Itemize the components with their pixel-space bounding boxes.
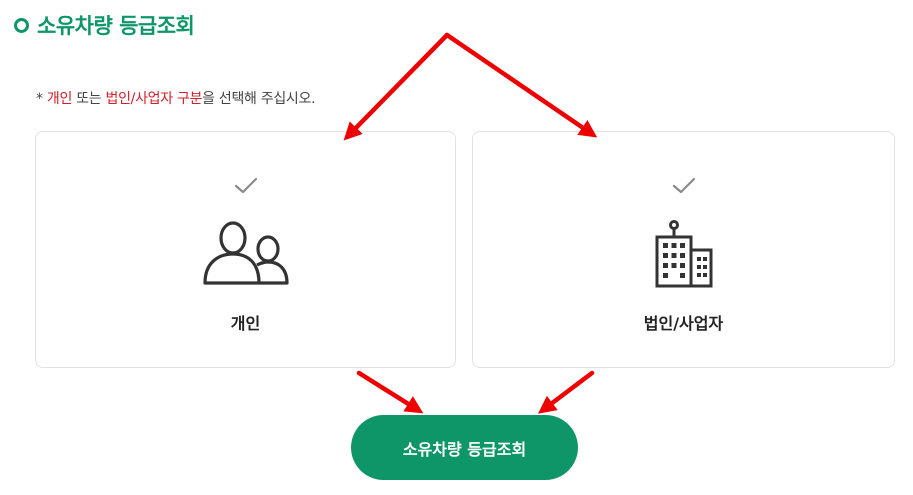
notice-prefix: * <box>36 91 47 107</box>
annotation-arrow <box>343 32 450 141</box>
check-icon <box>672 177 695 194</box>
notice-suffix: 을 선택해 주십시오. <box>202 91 316 107</box>
notice-type: 구분 <box>176 91 203 107</box>
annotation-arrow <box>356 370 424 414</box>
notice-personal: 개인 <box>46 91 73 107</box>
building-icon <box>655 220 712 288</box>
page-header: 소유차량 등급조회 <box>14 10 195 40</box>
option-label-personal: 개인 <box>230 314 261 333</box>
selection-notice: * 개인 또는 법인/사업자 구분을 선택해 주십시오. <box>36 88 316 108</box>
option-label-corporate: 법인/사업자 <box>643 314 724 333</box>
annotation-arrow <box>537 370 595 414</box>
page: 소유차량 등급조회 * 개인 또는 법인/사업자 구분을 선택해 주십시오. 개… <box>0 0 913 495</box>
check-icon <box>234 177 257 194</box>
annotation-arrow <box>444 32 598 138</box>
notice-or: 또는 <box>72 91 106 107</box>
people-icon <box>202 221 289 285</box>
grade-inquiry-button[interactable]: 소유차량 등급조회 <box>351 415 578 480</box>
notice-corporate: 법인/사업자 <box>105 91 174 107</box>
page-title: 소유차량 등급조회 <box>37 14 195 38</box>
option-card-corporate[interactable]: 법인/사업자 <box>472 131 895 368</box>
title-bullet-icon <box>14 17 29 33</box>
option-card-personal[interactable]: 개인 <box>35 131 456 368</box>
